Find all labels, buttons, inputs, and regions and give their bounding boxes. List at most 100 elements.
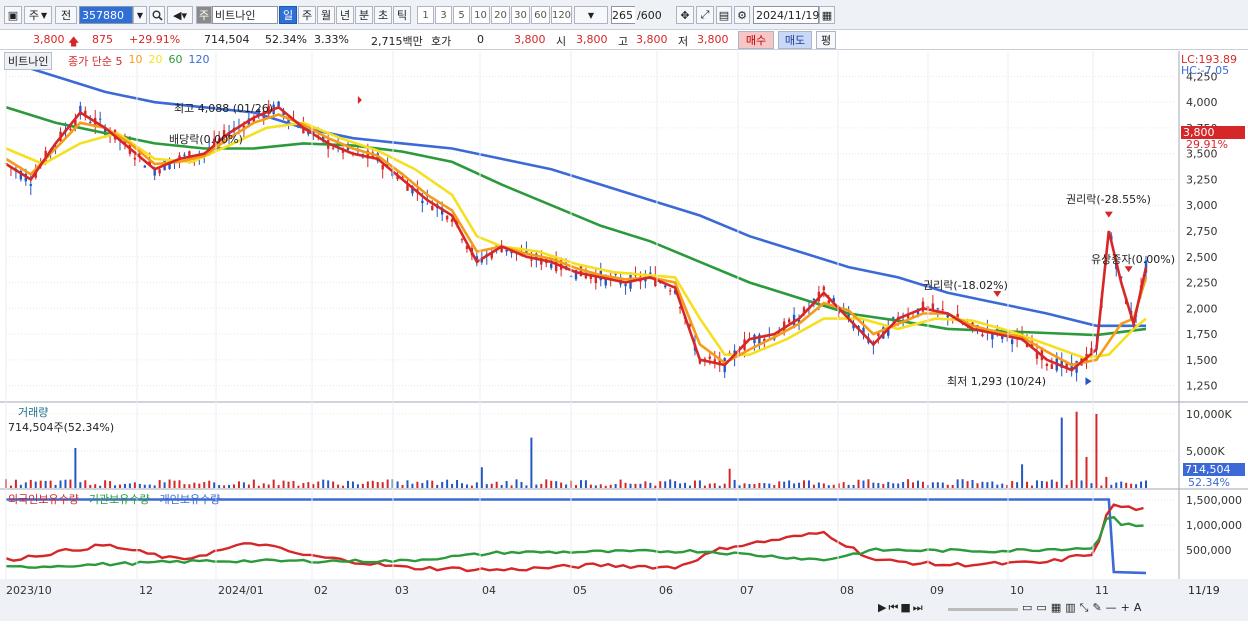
volume-bar: [674, 481, 677, 488]
volume-bar: [302, 483, 305, 488]
volume-bar: [634, 483, 637, 488]
volume-bar: [237, 481, 240, 488]
prev-button[interactable]: 전: [55, 6, 77, 24]
ma-legend-item[interactable]: 종가 단순 5: [68, 53, 122, 69]
font-icon[interactable]: A: [1134, 601, 1142, 615]
flat-button[interactable]: 평: [816, 31, 836, 49]
ma-legend-item[interactable]: 60: [168, 53, 182, 69]
minute-step-6[interactable]: 60: [531, 6, 550, 24]
scroll-rewind-icon[interactable]: ⏮: [888, 601, 898, 615]
minimize-icon[interactable]: —: [1106, 601, 1117, 615]
code-dropdown-icon[interactable]: ▼: [133, 6, 147, 24]
scroll-right-icon[interactable]: ▶: [878, 601, 886, 615]
speaker-icon[interactable]: ◀▾: [167, 6, 193, 24]
volume-bar: [545, 479, 548, 488]
layout-icon[interactable]: ▭: [1022, 601, 1032, 615]
holdings-tick-label: 1,500,000: [1186, 494, 1242, 507]
candle-body: [649, 272, 652, 274]
volume-bar: [1135, 484, 1138, 488]
tab-interval-5[interactable]: 초: [374, 6, 392, 24]
tab-interval-6[interactable]: 틱: [393, 6, 411, 24]
volume-bar: [1001, 483, 1004, 488]
tab-interval-3[interactable]: 년: [336, 6, 354, 24]
zoom-icon[interactable]: ⤢: [696, 6, 714, 24]
tab-interval-1[interactable]: 주: [298, 6, 316, 24]
ma-legend-item[interactable]: 20: [148, 53, 162, 69]
volume-bar: [584, 480, 587, 488]
candle-body: [69, 128, 72, 131]
low-price: 3,800: [697, 33, 729, 46]
volume-bar: [540, 483, 543, 488]
tab-interval-2[interactable]: 월: [317, 6, 335, 24]
holdings-legend-item[interactable]: 외국인보유수량: [8, 491, 79, 507]
tab-interval-4[interactable]: 분: [355, 6, 373, 24]
volume-bar: [337, 484, 340, 488]
draw-icon[interactable]: ✎: [1092, 601, 1101, 615]
candle-body: [431, 205, 434, 211]
period-type-select[interactable]: 주 ▼: [24, 6, 52, 24]
volume-bar: [693, 480, 696, 488]
minute-step-0[interactable]: 1: [417, 6, 434, 24]
view-tools: ▭ ▭ ▦ ▥ ⤡ ✎ — + A: [1022, 601, 1141, 615]
volume-bar: [931, 482, 934, 488]
calendar-icon[interactable]: ▦: [819, 6, 835, 24]
volume-bar: [148, 484, 151, 488]
grid-icon[interactable]: ▦: [1051, 601, 1061, 615]
scroll-forward-icon[interactable]: ⏭: [913, 601, 923, 615]
current-pct-tag: 29.91%: [1186, 138, 1228, 151]
ma-legend-item[interactable]: 10: [128, 53, 142, 69]
x-tick-label: 2023/10: [6, 584, 52, 597]
price-tick-label: 2,500: [1186, 251, 1218, 264]
holdings-legend-item[interactable]: 기관보유수량: [89, 491, 150, 507]
gear-icon[interactable]: ⚙: [734, 6, 750, 24]
volume-bar: [639, 483, 642, 488]
chart-settings-icon[interactable]: ▣: [4, 6, 22, 24]
volume-bar: [629, 483, 632, 488]
volume-bar: [882, 483, 885, 488]
compare-icon[interactable]: ▥: [1065, 601, 1075, 615]
tab-interval-0[interactable]: 일: [279, 6, 297, 24]
zoom-slider[interactable]: [948, 608, 1018, 611]
chevron-down-icon: ▼: [40, 10, 48, 20]
count-input[interactable]: 265: [611, 6, 635, 24]
expand-icon[interactable]: +: [1121, 601, 1130, 615]
save-icon[interactable]: ▤: [716, 6, 732, 24]
volume-bar: [133, 482, 136, 488]
candle-body: [941, 309, 944, 311]
minute-step-3[interactable]: 10: [471, 6, 490, 24]
ma-legend-item[interactable]: 120: [188, 53, 209, 69]
candle-body: [29, 184, 32, 186]
sell-button[interactable]: 매도: [778, 31, 812, 49]
volume-bar: [1026, 481, 1029, 488]
volume-value: 714,504: [204, 33, 250, 46]
candle-body: [981, 334, 984, 337]
stock-name-field[interactable]: 비트나인: [212, 6, 278, 24]
cursor-icon[interactable]: ⤡: [1080, 601, 1089, 615]
stock-code-input[interactable]: 357880: [79, 6, 133, 24]
minute-step-7[interactable]: 120: [551, 6, 572, 24]
crosshair-icon[interactable]: ✥: [676, 6, 694, 24]
chart-area[interactable]: 4,2504,0003,7503,5003,2503,0002,7502,500…: [0, 51, 1248, 621]
volume-bar: [763, 483, 766, 488]
volume-bar: [624, 482, 627, 488]
minute-step-4[interactable]: 20: [491, 6, 510, 24]
volume-bar: [252, 479, 255, 488]
volume-bar: [654, 485, 657, 488]
date-input[interactable]: 2024/11/19: [753, 6, 819, 24]
split-icon[interactable]: ▭: [1036, 601, 1046, 615]
buy-button[interactable]: 매수: [738, 31, 774, 49]
step-dropdown[interactable]: ▼: [574, 6, 608, 24]
volume-bar: [535, 484, 538, 488]
ma-legend: 종가 단순 5 10 20 60 120: [68, 53, 209, 69]
volume-info: 714,504주(52.34%): [8, 421, 115, 434]
volume-bar: [679, 483, 682, 488]
search-icon[interactable]: [149, 6, 165, 24]
candle-body: [708, 356, 712, 359]
hoga-label: 호가: [431, 35, 452, 48]
minute-step-2[interactable]: 5: [453, 6, 470, 24]
minute-step-1[interactable]: 3: [435, 6, 452, 24]
holdings-legend-item[interactable]: 개인보유수량: [160, 491, 221, 507]
stop-icon[interactable]: ■: [900, 601, 910, 615]
minute-step-5[interactable]: 30: [511, 6, 530, 24]
x-tick-label: 10: [1010, 584, 1024, 597]
